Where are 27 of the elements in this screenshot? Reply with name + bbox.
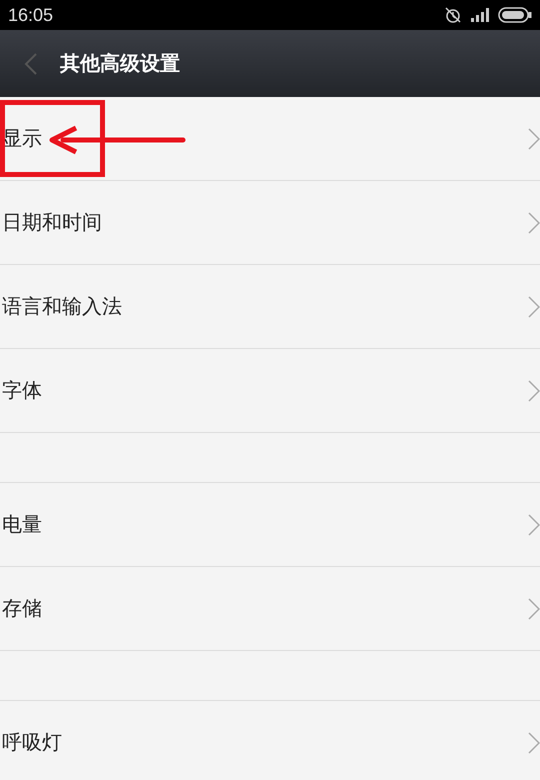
settings-row[interactable]: 呼吸灯 <box>0 701 540 780</box>
row-label: 存储 <box>2 595 42 622</box>
settings-row[interactable]: 日期和时间 <box>0 181 540 265</box>
chevron-icon <box>528 128 540 150</box>
row-label: 字体 <box>2 377 42 404</box>
settings-row[interactable]: 显示 <box>0 97 540 181</box>
row-label: 显示 <box>2 125 42 152</box>
alarm-off-icon <box>444 6 462 24</box>
chevron-icon <box>528 732 540 754</box>
chevron-icon <box>528 212 540 234</box>
settings-row[interactable]: 电量 <box>0 483 540 567</box>
row-label: 日期和时间 <box>2 209 102 236</box>
settings-row[interactable]: 字体 <box>0 349 540 433</box>
chevron-icon <box>528 380 540 402</box>
page-title: 其他高级设置 <box>60 50 180 77</box>
settings-row[interactable]: 语言和输入法 <box>0 265 540 349</box>
row-label: 语言和输入法 <box>2 293 122 320</box>
chevron-icon <box>528 514 540 536</box>
settings-row[interactable]: 存储 <box>0 567 540 651</box>
chevron-icon <box>528 598 540 620</box>
status-time: 16:05 <box>8 4 54 26</box>
row-label: 电量 <box>2 511 42 538</box>
back-icon[interactable] <box>24 52 38 76</box>
chevron-icon <box>528 296 540 318</box>
signal-icon <box>470 8 490 22</box>
battery-icon <box>498 7 532 23</box>
row-label: 呼吸灯 <box>2 729 62 756</box>
